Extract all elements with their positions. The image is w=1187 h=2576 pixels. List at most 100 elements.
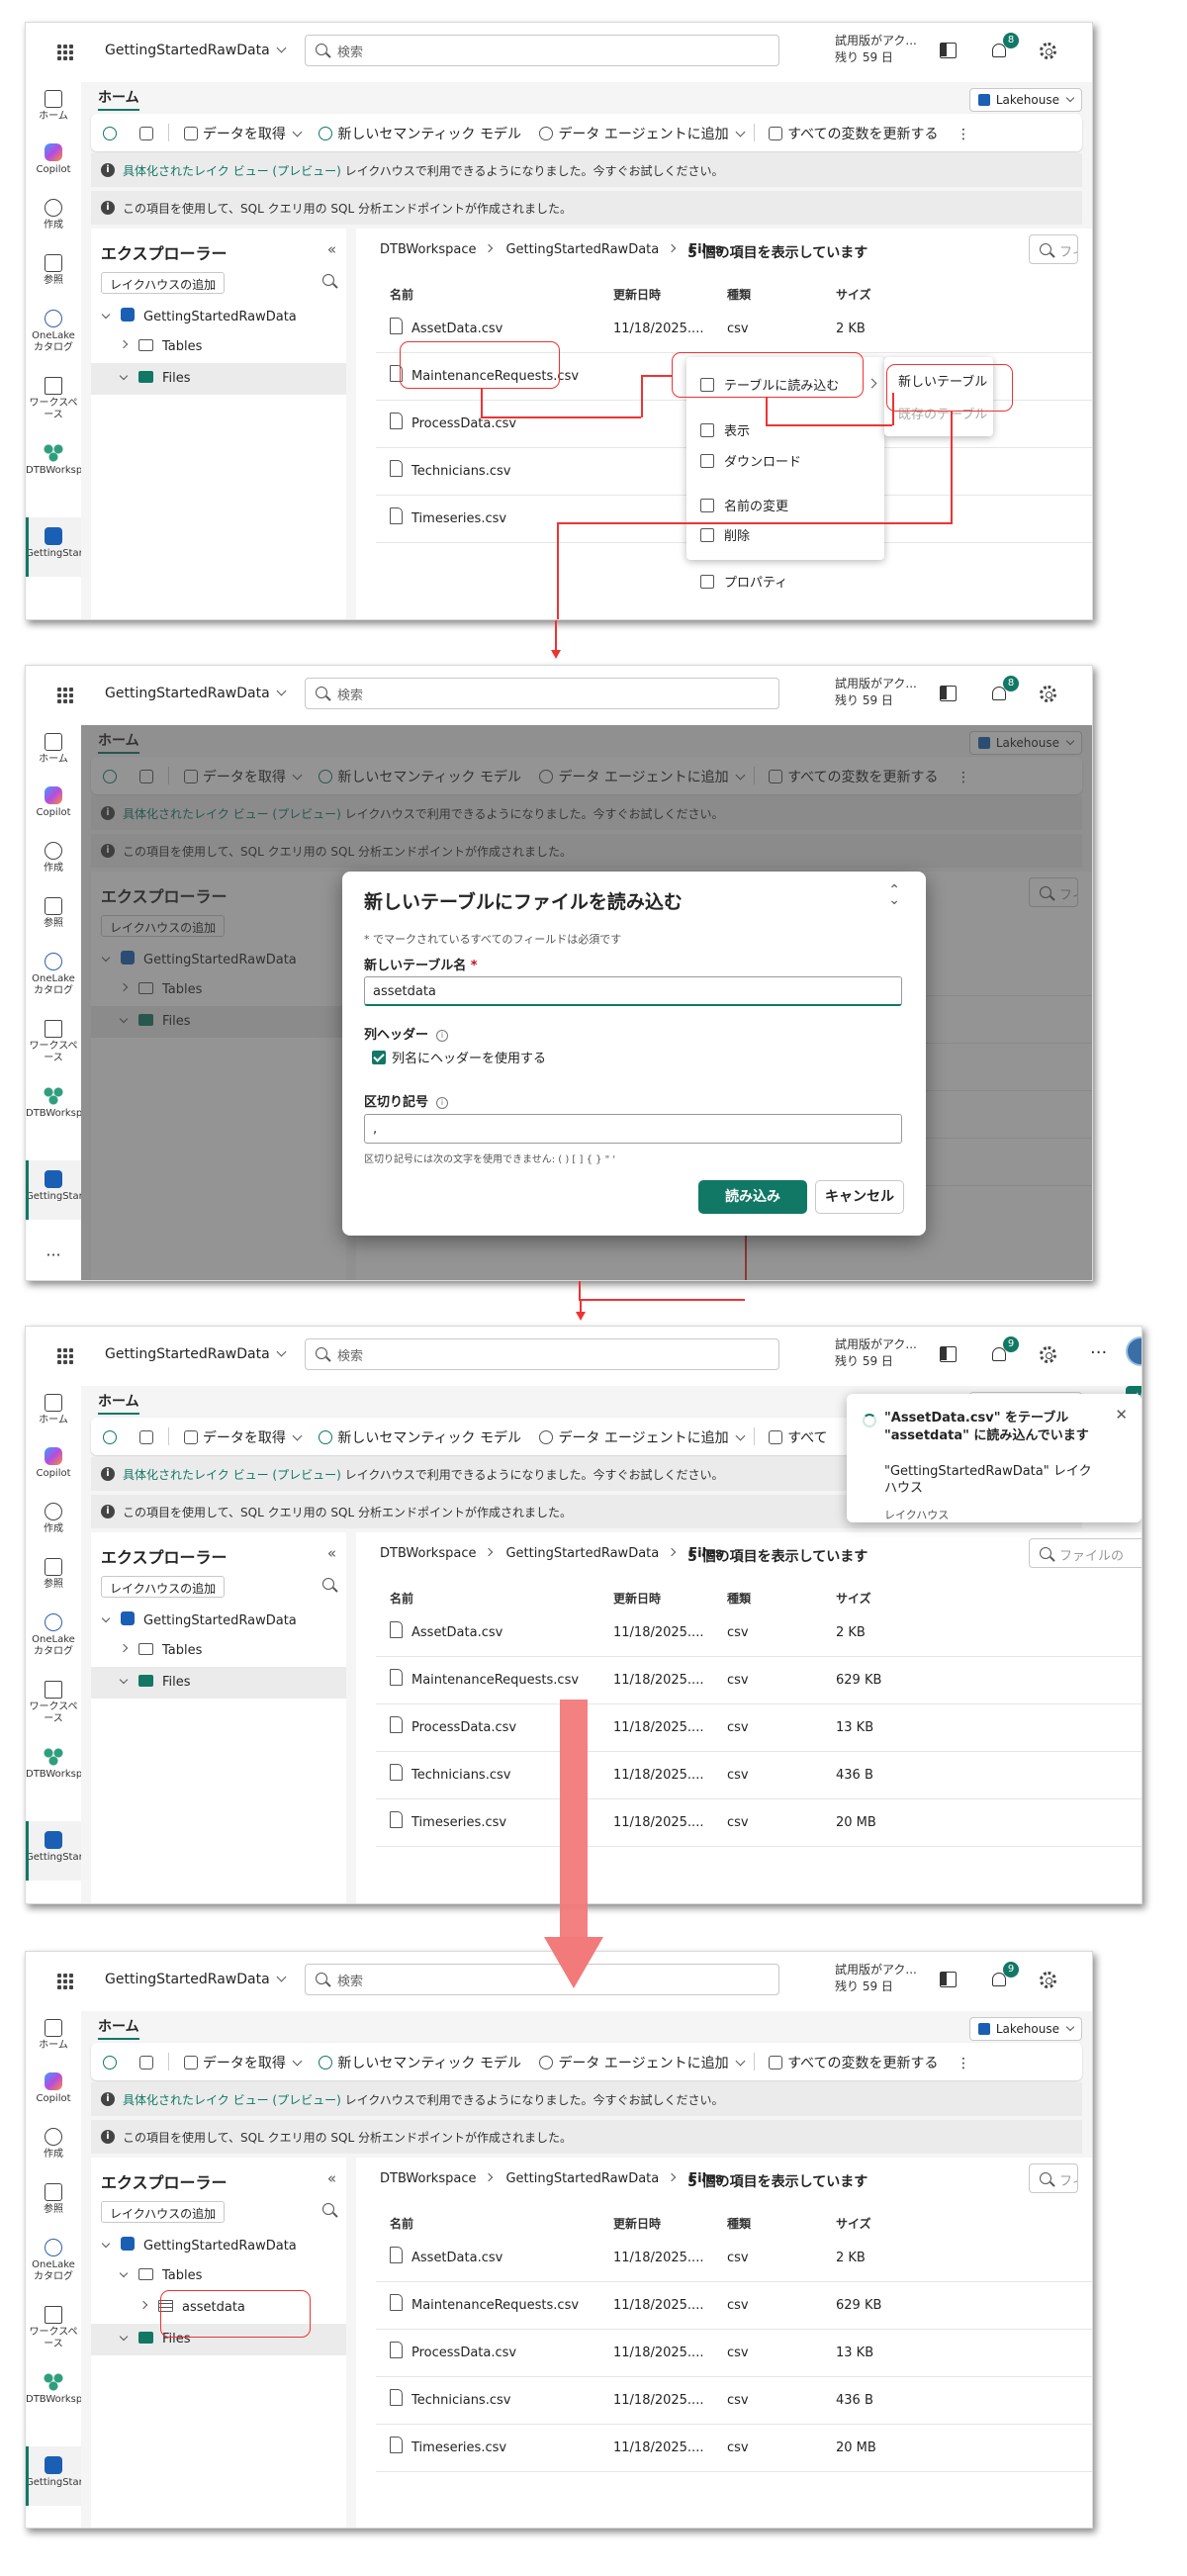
add-data-agent-button[interactable]: データ エージェントに追加 — [539, 1427, 746, 1447]
more-options-icon[interactable]: ··· — [1090, 1342, 1107, 1363]
rail-create[interactable]: 作成 — [26, 842, 81, 874]
explorer-search-icon[interactable] — [322, 274, 336, 288]
open-notebook-icon[interactable] — [103, 127, 122, 142]
search-input[interactable]: 検索 — [305, 1964, 779, 1995]
pane-toggle-icon[interactable] — [940, 1972, 957, 1987]
lakehouse-settings-icon[interactable] — [139, 127, 158, 142]
trial-status[interactable]: 試用版がアク... 残り 59 日 — [835, 1962, 917, 1995]
preview-link[interactable]: 具体化されたレイク ビュー (プレビュー) — [123, 2093, 341, 2107]
rail-onelake[interactable]: OneLake カタログ — [26, 2239, 81, 2283]
rail-workspaces[interactable]: ワークスペース — [26, 2306, 81, 2350]
tree-item-tables[interactable]: Tables — [91, 1635, 346, 1667]
explorer-search-icon[interactable] — [322, 1578, 336, 1592]
col-modified[interactable]: 更新日時 — [613, 286, 661, 303]
rail-current-item[interactable]: GettingStartedRawData — [26, 1821, 143, 1881]
rail-current-item[interactable]: GettingStartedRawData — [26, 1160, 143, 1220]
trial-status[interactable]: 試用版がアク... 残り 59 日 — [835, 676, 917, 709]
tab-home[interactable]: ホーム — [98, 1391, 139, 1415]
table-row[interactable]: Timeseries.csv 11/18/2025.... csv 20 MB — [376, 2425, 1092, 2472]
collapse-pane-icon[interactable]: « — [327, 1544, 336, 1562]
item-name-dropdown[interactable]: GettingStartedRawData — [105, 1972, 287, 1987]
rail-home[interactable]: ホーム — [26, 1394, 81, 1426]
tree-item-tables[interactable]: Tables — [91, 2260, 346, 2292]
rail-home[interactable]: ホーム — [26, 90, 81, 123]
explorer-search-icon[interactable] — [322, 2203, 336, 2217]
drag-handle-icon[interactable]: ⌃ ⌄ — [888, 883, 900, 907]
menu-download[interactable]: ダウンロード — [700, 451, 801, 470]
collapse-pane-icon[interactable]: « — [327, 240, 336, 258]
rail-browse[interactable]: 参照 — [26, 2183, 81, 2216]
rail-onelake[interactable]: OneLake カタログ — [26, 953, 81, 997]
table-row[interactable]: ProcessData.csv 11/18/2025.... csv 13 KB — [376, 1704, 1141, 1752]
ribbon-more-button[interactable]: ⋮ — [957, 2056, 970, 2071]
tree-item-lakehouse[interactable]: GettingStartedRawData — [91, 2229, 346, 2260]
col-size[interactable]: サイズ — [836, 1590, 871, 1607]
menu-view[interactable]: 表示 — [700, 420, 750, 439]
col-type[interactable]: 種類 — [727, 1590, 751, 1607]
breadcrumb-item[interactable]: DTBWorkspace — [380, 2171, 476, 2186]
rail-onelake[interactable]: OneLake カタログ — [26, 310, 81, 354]
settings-gear-icon[interactable] — [1040, 686, 1056, 702]
rail-dtbworkspace[interactable]: DTBWorkspace — [26, 1087, 100, 1120]
pane-toggle-icon[interactable] — [940, 43, 957, 58]
breadcrumb-item[interactable]: DTBWorkspace — [380, 1546, 476, 1561]
rail-current-item[interactable]: GettingStartedRawData — [26, 2446, 143, 2506]
rail-browse[interactable]: 参照 — [26, 1558, 81, 1591]
add-data-agent-button[interactable]: データ エージェントに追加 — [539, 2053, 746, 2072]
new-semantic-model-button[interactable]: 新しいセマンティック モデル — [319, 2053, 521, 2072]
table-row[interactable]: Timeseries.csv 11/18/2025.... csv 20 MB — [376, 1799, 1141, 1847]
breadcrumb-item[interactable]: GettingStartedRawData — [505, 1546, 659, 1561]
tab-home[interactable]: ホーム — [98, 87, 139, 111]
table-row[interactable]: Technicians.csv 11/18/2025.... csv 436 B — [376, 2377, 1092, 2425]
add-lakehouse-button[interactable]: レイクハウスの追加 — [101, 1576, 226, 1598]
settings-gear-icon[interactable] — [1040, 1972, 1056, 1988]
app-launcher-icon[interactable] — [57, 1974, 73, 1989]
col-size[interactable]: サイズ — [836, 2215, 871, 2232]
lakehouse-switcher[interactable]: Lakehouse — [968, 88, 1082, 112]
breadcrumb-item[interactable]: DTBWorkspace — [380, 242, 476, 257]
table-row[interactable]: Technicians.csv 11/18/2025.... csv 436 B — [376, 1752, 1141, 1799]
rail-copilot[interactable]: Copilot — [26, 786, 81, 819]
col-name[interactable]: 名前 — [390, 286, 413, 303]
avatar[interactable] — [1126, 1336, 1141, 1366]
close-icon[interactable]: ✕ — [1115, 1406, 1128, 1424]
load-button[interactable]: 読み込み — [698, 1180, 807, 1214]
rail-copilot[interactable]: Copilot — [26, 2072, 81, 2105]
col-type[interactable]: 種類 — [727, 2215, 751, 2232]
rail-browse[interactable]: 参照 — [26, 897, 81, 930]
trial-status[interactable]: 試用版がアク... 残り 59 日 — [835, 1336, 917, 1370]
search-input[interactable]: 検索 — [305, 35, 779, 66]
collapse-pane-icon[interactable]: « — [327, 2169, 336, 2187]
use-header-checkbox[interactable]: 列名にヘッダーを使用する — [372, 1048, 546, 1066]
rail-current-item[interactable]: GettingStartedRawData — [26, 517, 143, 577]
rail-browse[interactable]: 参照 — [26, 254, 81, 287]
get-data-button[interactable]: データを取得 — [183, 2053, 303, 2072]
table-row[interactable]: AssetData.csv 11/18/2025.... csv 2 KB — [376, 1610, 1141, 1657]
app-launcher-icon[interactable] — [57, 45, 73, 60]
col-name[interactable]: 名前 — [390, 2215, 413, 2232]
refresh-variables-button[interactable]: すべての変数を更新する — [769, 124, 939, 143]
lakehouse-settings-icon[interactable] — [139, 1430, 158, 1446]
tree-item-files[interactable]: Files — [91, 1667, 346, 1699]
rail-home[interactable]: ホーム — [26, 733, 81, 766]
table-row[interactable]: AssetData.csv 11/18/2025.... csv 2 KB — [376, 2235, 1092, 2282]
rail-dtbworkspace[interactable]: DTBWorkspace — [26, 1748, 100, 1781]
lakehouse-settings-icon[interactable] — [139, 2056, 158, 2071]
rail-workspaces[interactable]: ワークスペース — [26, 377, 81, 421]
add-lakehouse-button[interactable]: レイクハウスの追加 — [101, 2201, 226, 2223]
item-name-dropdown[interactable]: GettingStartedRawData — [105, 686, 287, 701]
filter-input[interactable]: ファイルの — [1029, 1538, 1141, 1568]
rail-dtbworkspace[interactable]: DTBWorkspace — [26, 2373, 100, 2406]
rail-workspaces[interactable]: ワークスペース — [26, 1681, 81, 1725]
item-name-dropdown[interactable]: GettingStartedRawData — [105, 1346, 287, 1362]
filter-input[interactable]: フィ — [1029, 234, 1078, 264]
pane-toggle-icon[interactable] — [940, 1346, 957, 1362]
add-lakehouse-button[interactable]: レイクハウスの追加 — [101, 272, 226, 294]
lakehouse-switcher[interactable]: Lakehouse — [968, 2017, 1082, 2041]
rail-create[interactable]: 作成 — [26, 1503, 81, 1535]
tree-item-lakehouse[interactable]: GettingStartedRawData — [91, 1604, 346, 1635]
add-data-agent-button[interactable]: データ エージェントに追加 — [539, 124, 746, 143]
new-semantic-model-button[interactable]: 新しいセマンティック モデル — [319, 1427, 521, 1447]
get-data-button[interactable]: データを取得 — [183, 1427, 303, 1447]
pane-toggle-icon[interactable] — [940, 686, 957, 701]
